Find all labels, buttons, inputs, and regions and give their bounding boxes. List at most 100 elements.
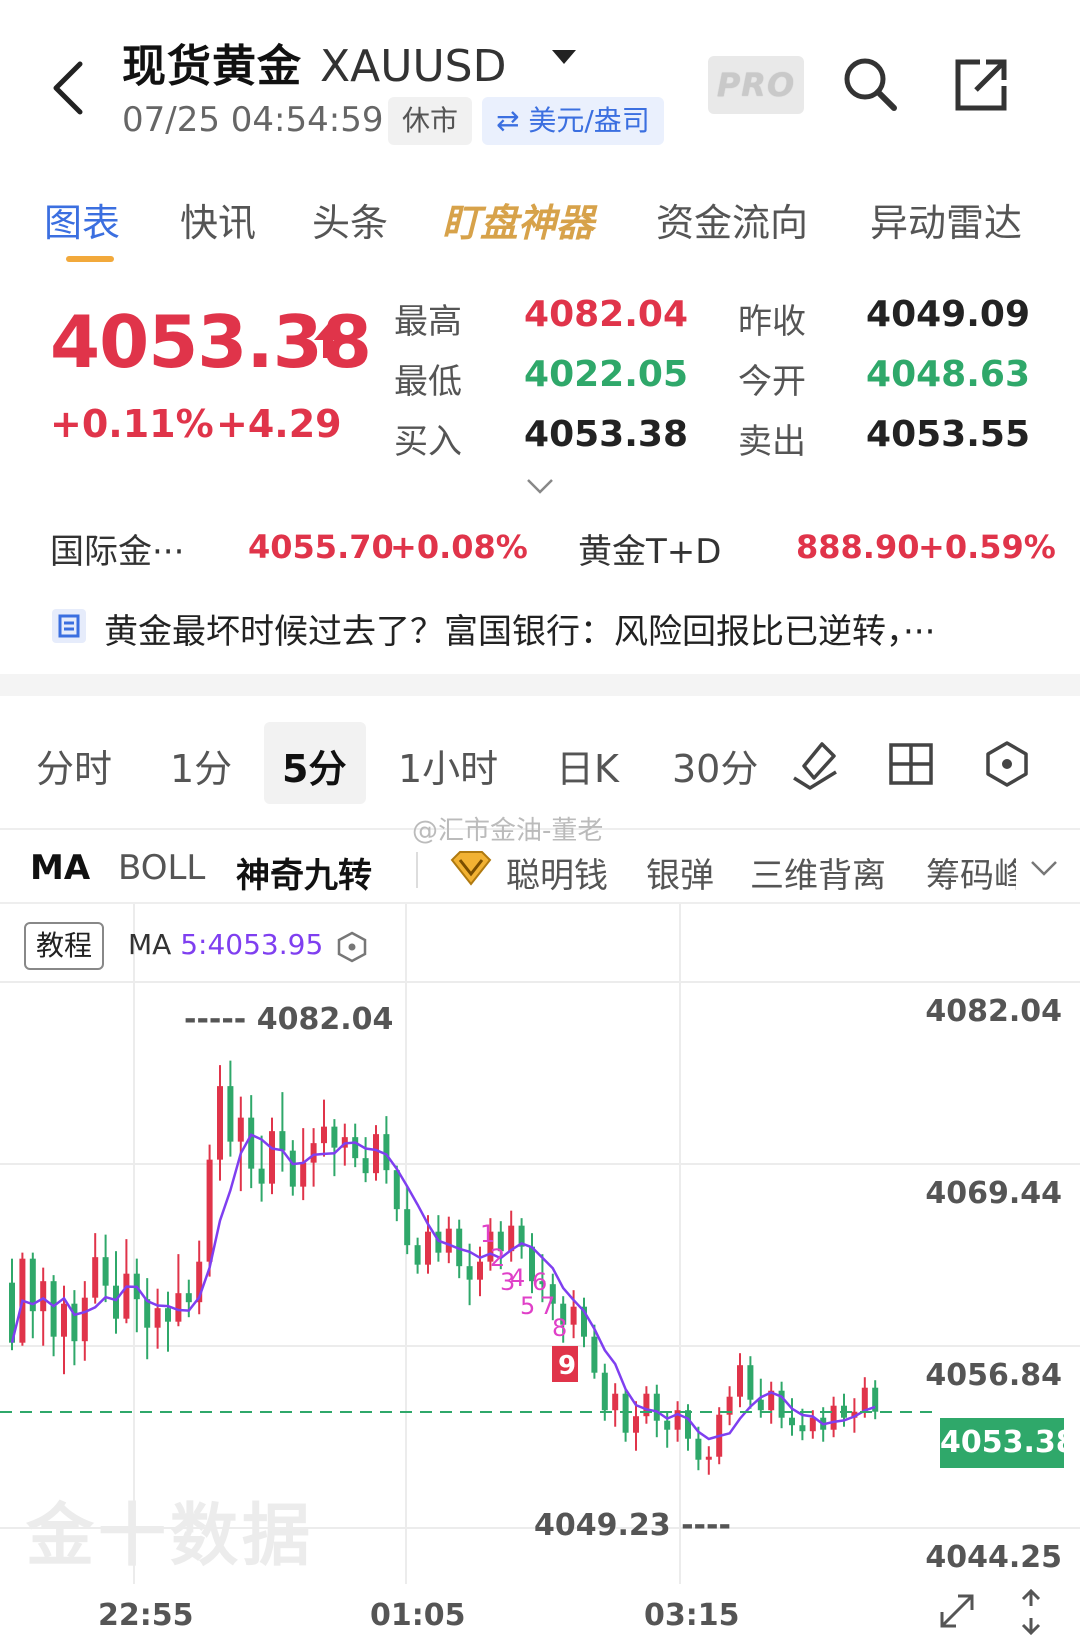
instrument-title[interactable]: 现货黄金 XAUUSD xyxy=(122,30,506,94)
candle-body xyxy=(123,1273,130,1319)
ma-settings-icon[interactable] xyxy=(336,930,368,964)
related-gold-td-change: +0.59% xyxy=(918,528,1056,566)
market-status-badge: 休市 xyxy=(388,97,473,145)
td-count-label: 5 xyxy=(520,1292,535,1320)
vertical-scale-icon[interactable] xyxy=(1016,1588,1046,1636)
stat-prev-close-label: 昨收 xyxy=(738,302,806,342)
candle-body xyxy=(466,1266,473,1280)
y-tick-label: 4044.25 xyxy=(925,1540,1062,1575)
arrow-up-icon xyxy=(314,324,342,358)
chart-settings-icon[interactable] xyxy=(984,740,1030,788)
indicator-chip-peak[interactable]: 筹码峰 xyxy=(926,848,1016,897)
candle-body xyxy=(50,1281,57,1337)
stat-prev-close-value: 4049.09 xyxy=(866,294,1030,335)
tab-market-watch-tool[interactable]: 盯盘神器 xyxy=(442,192,594,247)
tab-flash-news[interactable]: 快讯 xyxy=(180,192,256,247)
x-tick-label: 22:55 xyxy=(98,1598,194,1633)
candle-body xyxy=(393,1170,400,1210)
period-daily[interactable]: 日K xyxy=(556,738,619,793)
ma5-line xyxy=(10,1133,876,1441)
candle-body xyxy=(362,1158,369,1174)
x-tick-label: 03:15 xyxy=(644,1598,740,1633)
stat-ask-value: 4053.55 xyxy=(866,414,1030,455)
candle-body xyxy=(154,1308,161,1328)
candle-body xyxy=(289,1150,296,1187)
indicator-3d-divergence[interactable]: 三维背离 xyxy=(750,848,886,897)
indicator-td-sequential[interactable]: 神奇九转 xyxy=(236,848,372,897)
watermark-text: @汇市金油-董老 xyxy=(412,816,604,846)
indicator-smart-money[interactable]: 聪明钱 xyxy=(506,848,608,897)
caret-down-icon[interactable] xyxy=(552,50,576,66)
quote-datetime: 07/25 04:54:59 xyxy=(122,100,384,140)
candle-body xyxy=(425,1231,431,1265)
candle-body xyxy=(747,1365,754,1400)
high-value: 4082.04 xyxy=(256,1002,394,1037)
section-divider xyxy=(0,674,1080,696)
back-arrow-icon[interactable] xyxy=(46,58,94,118)
candle-body xyxy=(175,1293,182,1322)
period-intraday[interactable]: 分时 xyxy=(36,738,112,793)
indicator-silver-bullet[interactable]: 银弹 xyxy=(646,848,714,897)
related-gold-td-price: 888.90 xyxy=(796,528,920,566)
chevron-down-icon[interactable] xyxy=(1030,860,1058,876)
period-1min[interactable]: 1分 xyxy=(170,738,232,793)
tab-anomaly-radar[interactable]: 异动雷达 xyxy=(870,192,1022,247)
news-icon xyxy=(52,609,86,643)
candle-body xyxy=(92,1257,99,1298)
candle-body xyxy=(383,1134,390,1171)
period-1hour[interactable]: 1小时 xyxy=(398,738,498,793)
related-intl-gold-label[interactable]: 国际金··· xyxy=(50,524,184,573)
search-icon[interactable] xyxy=(840,54,900,114)
stat-bid-label: 买入 xyxy=(394,422,462,462)
stat-low-label: 最低 xyxy=(394,362,462,402)
period-5min[interactable]: 5分 xyxy=(282,738,346,793)
expand-chevron-icon[interactable] xyxy=(526,478,554,494)
period-30min[interactable]: 30分 xyxy=(672,738,758,793)
news-headline[interactable]: 黄金最坏时候过去了？富国银行：风险回报比已逆转，··· xyxy=(104,604,935,653)
tab-chart[interactable]: 图表 xyxy=(44,192,120,247)
candle-body xyxy=(622,1393,629,1433)
candle-body xyxy=(227,1086,234,1142)
layout-grid-icon[interactable] xyxy=(888,742,934,786)
tutorial-button[interactable]: 教程 xyxy=(24,922,104,970)
td-count-label: 4 xyxy=(510,1264,525,1292)
candle-body xyxy=(685,1410,691,1439)
related-intl-gold-price: 4055.70 xyxy=(248,528,394,566)
indicator-ma[interactable]: MA xyxy=(30,848,90,888)
y-tick-label: 4056.84 xyxy=(925,1358,1062,1393)
candle-body xyxy=(653,1393,660,1421)
candle-body xyxy=(300,1162,307,1187)
candle-body xyxy=(61,1303,67,1337)
pro-badge[interactable]: PRO xyxy=(708,56,804,114)
td-count-label: 8 xyxy=(552,1314,567,1342)
stat-open-value: 4048.63 xyxy=(866,354,1030,395)
candle-body xyxy=(404,1209,411,1246)
related-intl-gold-change: +0.08% xyxy=(390,528,528,566)
candle-body xyxy=(352,1137,359,1159)
pro-label: PRO xyxy=(716,66,796,104)
candle-body xyxy=(279,1131,286,1151)
candle-body xyxy=(102,1257,109,1286)
instrument-name: 现货黄金 xyxy=(122,41,302,92)
candle-body xyxy=(445,1228,452,1253)
candle-body xyxy=(40,1281,47,1312)
candle-body xyxy=(799,1425,806,1432)
candle-body xyxy=(757,1399,764,1411)
currency-unit-toggle[interactable]: ⇄ 美元/盎司 xyxy=(482,97,664,145)
draw-tool-icon[interactable] xyxy=(790,738,840,790)
low-marker-label: 4049.23 ---- xyxy=(534,1508,731,1543)
candle-body xyxy=(206,1159,213,1262)
share-external-icon[interactable] xyxy=(952,54,1012,114)
related-gold-td-label[interactable]: 黄金T+D xyxy=(578,524,721,573)
candle-body xyxy=(331,1126,338,1148)
candle-body xyxy=(612,1393,619,1411)
candle-body xyxy=(861,1387,868,1412)
stat-open-label: 今开 xyxy=(738,362,806,402)
tab-headlines[interactable]: 头条 xyxy=(312,192,388,247)
tab-fund-flow[interactable]: 资金流向 xyxy=(656,192,808,247)
candle-body xyxy=(258,1168,265,1184)
fullscreen-icon[interactable] xyxy=(936,1590,978,1632)
candle-body xyxy=(310,1143,317,1163)
indicator-boll[interactable]: BOLL xyxy=(118,848,205,888)
candle-body xyxy=(144,1299,151,1328)
